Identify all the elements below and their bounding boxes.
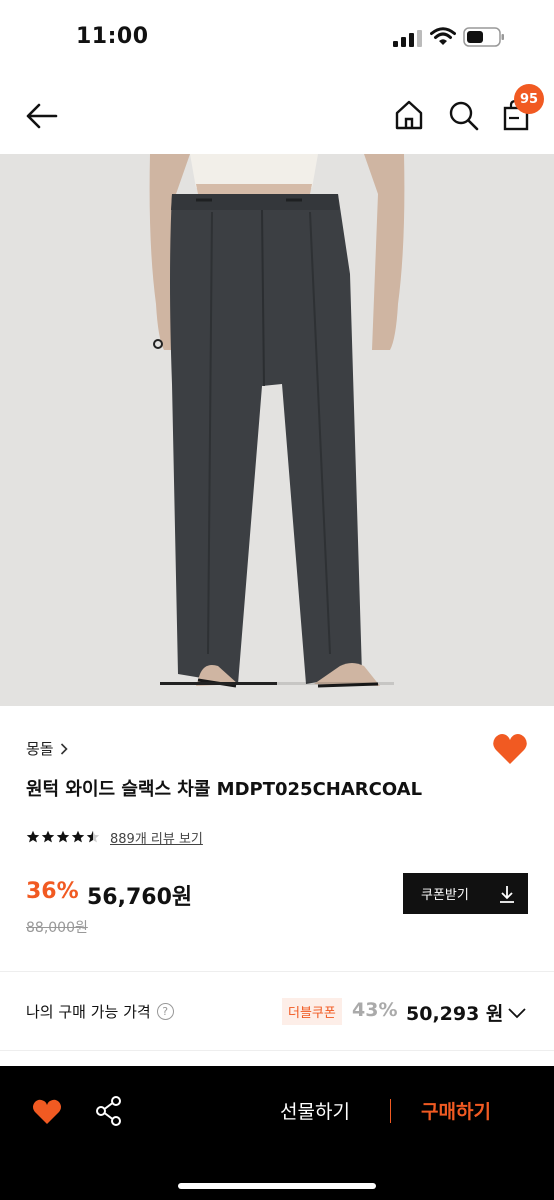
chevron-down-icon[interactable]	[506, 1002, 528, 1024]
battery-icon	[463, 27, 504, 47]
share-icon[interactable]	[94, 1095, 124, 1127]
section-divider	[0, 1050, 554, 1051]
double-coupon-tag: 더블쿠폰	[282, 998, 342, 1025]
rating-row: 889개 리뷰 보기	[26, 826, 203, 848]
image-carousel-indicator-fill	[160, 682, 277, 685]
home-icon[interactable]	[392, 98, 426, 132]
wifi-icon	[430, 27, 456, 45]
heart-icon[interactable]	[32, 1098, 62, 1126]
home-indicator	[178, 1183, 376, 1189]
star-icon	[26, 830, 40, 843]
cellular-signal-icon	[393, 30, 422, 47]
product-image[interactable]	[0, 154, 554, 706]
help-icon[interactable]: ?	[156, 1003, 174, 1020]
star-rating	[26, 830, 100, 844]
product-photo	[0, 154, 554, 706]
status-bar: 11:00	[0, 0, 554, 76]
star-icon	[71, 830, 85, 843]
product-title: 원턱 와이드 슬랙스 차콜 MDPT025CHARCOAL	[26, 779, 423, 800]
section-divider	[0, 971, 554, 972]
bottom-action-bar: 선물하기 구매하기	[0, 1066, 554, 1200]
original-price: 88,000원	[26, 920, 88, 936]
brand-link[interactable]: 몽돌	[26, 738, 68, 759]
star-icon	[86, 830, 100, 843]
my-price-label: 나의 구매 가능 가격 ?	[26, 1001, 174, 1022]
brand-name: 몽돌	[26, 740, 54, 758]
download-icon	[500, 886, 514, 903]
my-price-label-text: 나의 구매 가능 가격	[26, 1003, 151, 1021]
star-icon	[56, 830, 70, 843]
chevron-right-icon	[60, 742, 68, 755]
wishlist-heart-icon[interactable]	[492, 732, 528, 766]
coupon-button-label: 쿠폰받기	[421, 888, 469, 903]
gift-button[interactable]: 선물하기	[280, 1097, 350, 1124]
image-carousel-indicator	[160, 682, 394, 685]
search-icon[interactable]	[446, 98, 480, 132]
coupon-download-button[interactable]: 쿠폰받기	[403, 873, 528, 914]
status-time: 11:00	[76, 24, 149, 49]
discount-rate: 36%	[26, 879, 79, 904]
my-price: 50,293 원	[406, 1003, 504, 1025]
my-discount-rate: 43%	[352, 999, 398, 1021]
buy-button[interactable]: 구매하기	[421, 1097, 491, 1124]
button-separator	[390, 1099, 391, 1123]
back-arrow-icon[interactable]	[22, 96, 62, 136]
review-link[interactable]: 889개 리뷰 보기	[110, 828, 203, 847]
sale-price: 56,760원	[87, 885, 193, 910]
top-nav: 95	[0, 76, 554, 154]
cart-count-badge: 95	[514, 84, 544, 114]
star-icon	[41, 830, 55, 843]
